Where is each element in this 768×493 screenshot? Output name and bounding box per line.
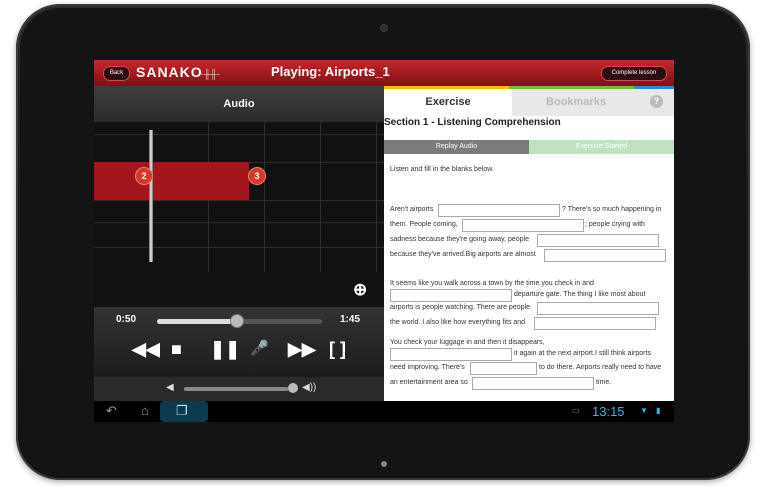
tab-bar: Exercise Bookmarks ? <box>384 86 674 116</box>
audio-panel-header: Audio <box>94 86 384 122</box>
bookmark-marker-2[interactable]: 2 <box>135 167 153 185</box>
text-line: Aren't airports <box>390 206 434 213</box>
blank-input[interactable] <box>390 348 512 361</box>
audio-waveform[interactable]: 2 3 ⊕ <box>94 122 384 307</box>
rewind-icon[interactable]: ◀◀ <box>132 339 160 359</box>
stop-icon[interactable]: ■ <box>171 339 182 359</box>
text-line: ; people crying with <box>585 221 645 228</box>
tablet-home-dot <box>381 461 387 467</box>
volume-high-icon: ◀)) <box>302 382 317 393</box>
text-line: airports is people watching. There are p… <box>390 304 530 311</box>
grid-line <box>94 222 384 223</box>
help-icon[interactable]: ? <box>650 95 663 108</box>
back-nav-icon[interactable]: ↶ <box>106 403 117 419</box>
tab-strip-blue <box>634 86 674 89</box>
instructions: Listen and fill in the blanks below. <box>390 166 494 173</box>
seek-knob[interactable] <box>230 314 245 328</box>
home-nav-icon[interactable]: ⌂ <box>141 403 149 418</box>
text-line: the world. I also like how everything fi… <box>390 319 526 326</box>
tab-exercise[interactable]: Exercise <box>384 89 512 116</box>
playhead[interactable] <box>149 130 153 262</box>
now-playing-title: Playing: Airports_1 <box>271 64 390 79</box>
grid-line <box>94 247 384 248</box>
blank-input[interactable] <box>462 219 584 232</box>
replay-audio-button[interactable]: Replay Audio <box>384 140 529 154</box>
fast-forward-icon[interactable]: ▶▶ <box>288 339 316 359</box>
bookmark-marker-3[interactable]: 3 <box>248 167 266 185</box>
battery-icon: ▮ <box>656 406 661 415</box>
notification-icon: ▭ <box>572 406 580 415</box>
camera-lens <box>381 25 387 31</box>
exercise-started-status: Exercise Started <box>529 140 674 154</box>
exercise-pane: Exercise Bookmarks ? Section 1 - Listeni… <box>384 86 674 401</box>
text-line: it again at the next airport.I still thi… <box>514 350 651 357</box>
blank-input[interactable] <box>537 234 659 247</box>
total-time: 1:45 <box>340 314 361 325</box>
text-line: to do there. Airports really need to hav… <box>539 364 662 371</box>
volume-slider[interactable] <box>184 387 297 391</box>
volume-low-icon: ◀ <box>166 382 174 393</box>
bookmark-segment[interactable] <box>94 162 249 200</box>
text-line: need improving. There's <box>390 364 465 371</box>
current-time: 0:50 <box>116 314 137 325</box>
app-screen: Back SANAKO -╫╫- Playing: Airports_1 Com… <box>94 60 674 422</box>
transport-controls: 0:50 1:45 ◀◀ ■ ❚❚ 🎤 ▶▶ [ ] <box>94 307 384 377</box>
logo-wave-icon: -╫╫- <box>201 69 220 79</box>
sanako-logo: SANAKO <box>136 64 203 80</box>
text-line: time. <box>596 379 612 386</box>
text-line: departure gate. The thing I like most ab… <box>514 291 646 298</box>
seek-bar-fill <box>157 319 237 324</box>
blank-input[interactable] <box>537 302 659 315</box>
zoom-in-icon[interactable]: ⊕ <box>353 280 367 300</box>
text-line: sadness because they're going away, peop… <box>390 236 529 243</box>
text-line: ? There's so much happening in <box>562 206 662 213</box>
volume-knob[interactable] <box>288 383 298 393</box>
volume-slider-fill <box>184 387 288 391</box>
pause-icon[interactable]: ❚❚ <box>210 339 240 359</box>
back-button[interactable]: Back <box>103 66 130 81</box>
grid-line <box>376 122 377 272</box>
complete-lesson-button[interactable]: Complete lesson <box>601 66 667 81</box>
wifi-icon: ▼ <box>640 406 648 415</box>
blank-input[interactable] <box>472 377 594 390</box>
tab-bookmarks[interactable]: Bookmarks <box>512 89 640 116</box>
app-top-bar: Back SANAKO -╫╫- Playing: Airports_1 Com… <box>94 60 674 86</box>
recent-apps-icon[interactable]: ❐ <box>176 403 188 419</box>
microphone-icon[interactable]: 🎤 <box>250 339 269 359</box>
grid-line <box>94 200 384 201</box>
blank-input[interactable] <box>390 289 512 302</box>
blank-input[interactable] <box>544 249 666 262</box>
grid-line <box>320 122 321 272</box>
grid-line <box>94 134 384 135</box>
text-line: You check your luggage in and then it di… <box>390 339 545 346</box>
status-clock: 13:15 <box>592 404 625 419</box>
blank-input[interactable] <box>470 362 537 375</box>
blank-input[interactable] <box>534 317 656 330</box>
text-line: an entertainment area so <box>390 379 468 386</box>
volume-bar: ◀ ◀)) <box>94 377 384 401</box>
blank-input[interactable] <box>438 204 560 217</box>
grid-line <box>264 122 265 272</box>
loop-brackets-icon[interactable]: [ ] <box>329 339 346 359</box>
text-line: them. People coming, <box>390 221 458 228</box>
text-line: because they've arrived.Big airports are… <box>390 251 536 258</box>
section-title: Section 1 - Listening Comprehension <box>384 117 561 128</box>
text-line: It seems like you walk across a town by … <box>390 280 594 287</box>
system-bar: ↶ ⌂ ❐ ▭ 13:15 ▼ ▮ <box>94 401 674 422</box>
